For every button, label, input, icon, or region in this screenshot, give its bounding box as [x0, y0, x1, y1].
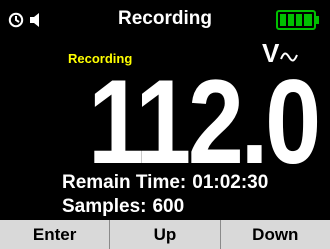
samples: Samples: 600	[62, 196, 184, 218]
samples-value: 600	[152, 196, 185, 217]
softkey-bar: Enter Up Down	[0, 220, 330, 249]
meter-screen: Recording Recording V 112.0 Remain Time:…	[0, 0, 330, 249]
reading-value: 112.0	[88, 55, 321, 189]
remain-time-label: Remain Time:	[62, 172, 187, 193]
samples-label: Samples:	[62, 196, 147, 217]
down-button[interactable]: Down	[219, 220, 330, 249]
remain-time-value: 01:02:30	[192, 172, 269, 193]
up-button[interactable]: Up	[109, 220, 219, 249]
enter-button[interactable]: Enter	[0, 220, 109, 249]
remain-time: Remain Time: 01:02:30	[62, 172, 268, 194]
battery-icon	[276, 10, 319, 30]
status-bar: Recording	[0, 0, 330, 38]
